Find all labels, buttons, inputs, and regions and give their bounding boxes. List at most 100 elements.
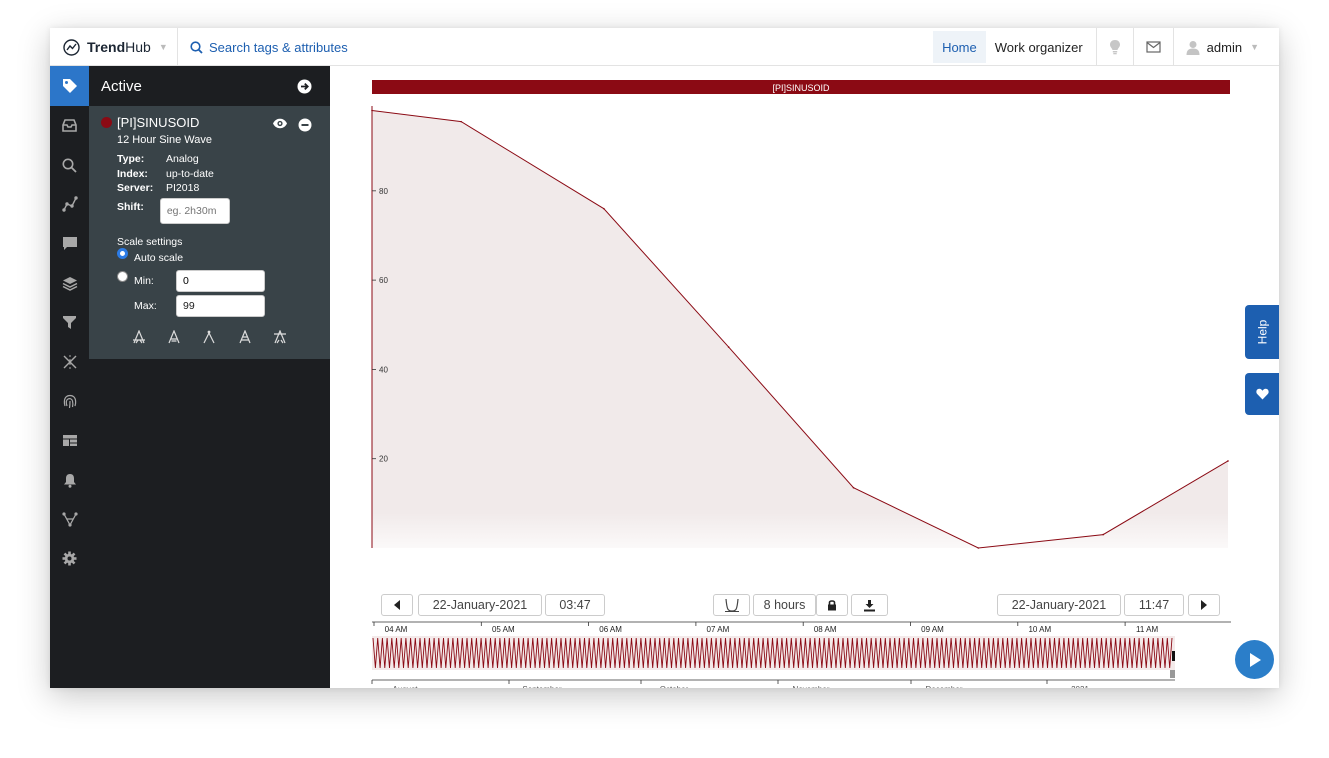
nav-home[interactable]: Home — [933, 31, 986, 63]
rail-layers[interactable] — [50, 264, 89, 303]
rail-fingerprint[interactable] — [50, 382, 89, 421]
remove-circle-icon[interactable] — [298, 118, 312, 132]
min-input[interactable] — [176, 269, 265, 292]
top-bar: TrendHub ▼ Search tags & attributes Home… — [50, 28, 1279, 66]
curve-mode-button[interactable] — [713, 594, 750, 616]
chevron-down-icon: ▼ — [1250, 42, 1259, 52]
brand[interactable]: TrendHub ▼ — [50, 28, 178, 66]
axis-single-icon[interactable] — [201, 330, 217, 344]
index-label: Index: — [117, 167, 148, 180]
y-tick-label: 40 — [379, 365, 388, 374]
play-button[interactable] — [1235, 640, 1274, 679]
tag-icon — [62, 79, 77, 93]
series-area — [372, 110, 1228, 548]
bell-icon — [63, 473, 76, 488]
axis-right-icon[interactable] — [272, 329, 288, 344]
series-color-dot[interactable] — [101, 117, 112, 128]
rail-search[interactable] — [50, 145, 89, 184]
manual-scale-radio[interactable] — [117, 271, 128, 282]
start-date-field[interactable]: 22-January-2021 — [418, 594, 542, 616]
layers-icon — [62, 276, 77, 291]
axis-left-icon[interactable] — [131, 329, 147, 344]
previous-period-button[interactable] — [381, 594, 413, 616]
index-value: up-to-date — [166, 167, 214, 180]
auto-scale-option[interactable]: Auto scale — [117, 248, 318, 264]
overview-window-handle[interactable] — [1172, 651, 1175, 661]
hour-tick-label: 05 AM — [492, 625, 515, 634]
tag-card-actions — [272, 118, 312, 132]
rail-alerts[interactable] — [50, 461, 89, 500]
end-time-field[interactable]: 11:47 — [1124, 594, 1184, 616]
max-row: Max: — [134, 294, 318, 317]
panel-title: Active — [101, 77, 142, 95]
chevron-down-icon[interactable]: ▼ — [159, 42, 168, 52]
rail-crosshair[interactable] — [50, 342, 89, 381]
month-tick-label: November — [793, 685, 830, 688]
inbox-icon — [62, 119, 77, 132]
data-point — [852, 486, 855, 489]
rail-settings[interactable] — [50, 539, 89, 578]
network-nodes-icon — [61, 512, 78, 527]
end-date-field[interactable]: 22-January-2021 — [997, 594, 1121, 616]
hour-tick-label: 07 AM — [707, 625, 730, 634]
panel-header: Active — [89, 66, 330, 106]
rail-annotations[interactable] — [50, 224, 89, 263]
type-label: Type: — [117, 153, 145, 165]
auto-scale-radio[interactable] — [117, 248, 128, 259]
manual-scale-option[interactable]: Min: — [117, 269, 318, 292]
hour-tick-label: 11 AM — [1136, 625, 1158, 634]
help-tab[interactable]: Help — [1245, 305, 1279, 359]
month-tick-label: December — [926, 685, 963, 688]
user-icon — [1186, 40, 1200, 55]
next-period-button[interactable] — [1188, 594, 1220, 616]
gear-icon — [62, 551, 77, 566]
plot-area: 20 40 60 80 — [371, 106, 1229, 549]
mail-icon[interactable] — [1132, 28, 1173, 66]
duration-field[interactable]: 8 hours — [753, 594, 816, 616]
rail-patterns[interactable] — [50, 185, 89, 224]
comment-icon — [62, 237, 77, 251]
eye-icon[interactable] — [272, 118, 288, 129]
filter-icon — [63, 316, 76, 330]
favorite-tab[interactable] — [1245, 373, 1279, 415]
user-menu[interactable]: admin ▼ — [1172, 28, 1279, 66]
data-point — [460, 120, 462, 123]
data-point — [1102, 533, 1104, 536]
arrow-right-circle-icon[interactable] — [297, 79, 312, 94]
chart-area: [PI]SINUSOID 20 40 60 80 22-January-2021 03… — [330, 66, 1279, 688]
axis-stacked-icon[interactable] — [237, 329, 253, 344]
brand-name: TrendHub — [87, 39, 151, 55]
overview-strip[interactable] — [372, 636, 1175, 678]
axis-tools — [121, 329, 298, 344]
rail-filter[interactable] — [50, 303, 89, 342]
rail-tags[interactable] — [50, 66, 89, 106]
rail-dashboard[interactable] — [50, 421, 89, 460]
max-input[interactable] — [176, 294, 265, 317]
start-time-field[interactable]: 03:47 — [545, 594, 605, 616]
series-title: [PI]SINUSOID — [772, 83, 830, 93]
nav-work-organizer[interactable]: Work organizer — [986, 28, 1096, 66]
tag-card[interactable]: [PI]SINUSOID 12 Hour Sine Wave Type: Anal… — [89, 106, 330, 359]
user-name: admin — [1206, 39, 1243, 55]
month-tick-label: 2021 — [1071, 685, 1089, 688]
search-tags-button[interactable]: Search tags & attributes — [190, 28, 348, 66]
caret-left-icon — [394, 600, 400, 610]
data-point — [977, 547, 980, 549]
data-point — [371, 109, 373, 112]
rail-inbox[interactable] — [50, 106, 89, 145]
min-label: Min: — [134, 274, 154, 287]
download-button[interactable] — [851, 594, 888, 616]
lock-button[interactable] — [816, 594, 848, 616]
axis-shared-icon[interactable] — [166, 329, 182, 344]
play-icon — [1249, 652, 1261, 667]
timeline-navigator[interactable]: 04 AM 05 AM 06 AM 07 AM 08 AM 09 AM 10 AM 11 AM… — [330, 618, 1279, 688]
data-point — [727, 346, 730, 348]
tag-name: [PI]SINUSOID — [117, 115, 200, 130]
trendhub-logo-icon — [63, 38, 80, 56]
server-label: Server: — [117, 182, 154, 194]
lightbulb-icon[interactable] — [1095, 28, 1133, 66]
shift-input[interactable] — [159, 197, 230, 224]
overview-window-marker[interactable] — [1170, 670, 1175, 678]
y-tick-label: 60 — [379, 276, 388, 285]
rail-network[interactable] — [50, 500, 89, 539]
